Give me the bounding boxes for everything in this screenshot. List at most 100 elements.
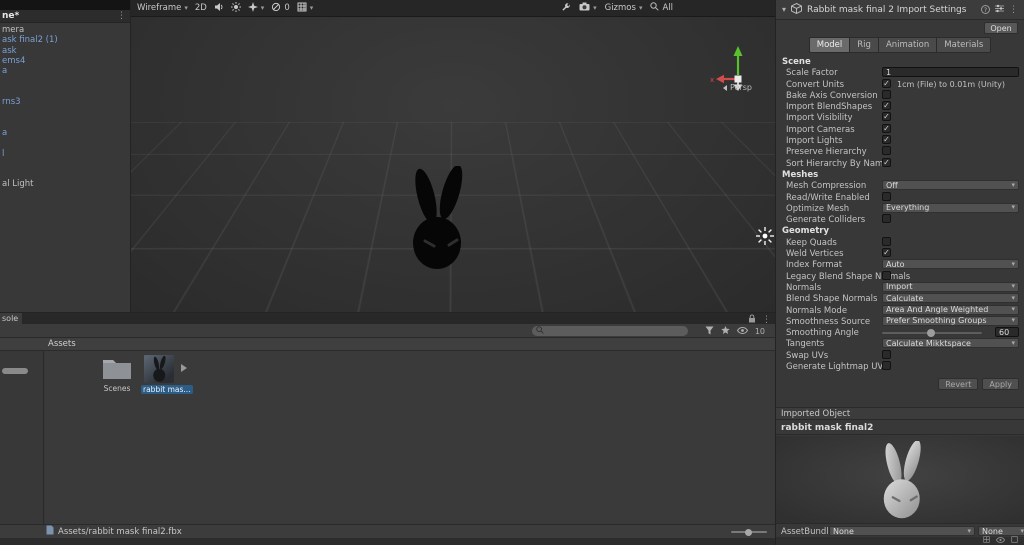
checkbox[interactable]: ✓ [882,158,891,167]
model-cube-icon [791,3,802,17]
checkbox[interactable]: ✓ [882,248,891,257]
asset-folder-scenes[interactable]: Scenes [99,356,135,393]
hierarchy-scene-row[interactable]: ne* ⋮ [0,10,130,23]
panel-eye-icon[interactable] [996,536,1005,545]
kebab-menu-icon[interactable]: ⋮ [1009,5,1018,15]
tab-console[interactable]: sole [0,313,22,324]
dropdown[interactable]: Calculate Mikktspace ▾ [882,338,1019,348]
search-by-type-icon[interactable] [705,326,714,337]
tab-animation[interactable]: Animation [879,37,937,53]
dropdown[interactable]: Prefer Smoothing Groups ▾ [882,316,1019,326]
light-gizmo-icon[interactable] [756,227,774,245]
checkbox[interactable]: ✓ [882,112,891,121]
tools-icon[interactable] [561,2,571,15]
checkbox[interactable] [882,214,891,223]
slider-handle[interactable] [745,529,752,536]
checkbox[interactable] [882,192,891,201]
hierarchy-tab-bar [0,0,130,10]
hierarchy-item[interactable]: l [0,149,130,159]
inspector-row: Convert Units ✓ 1cm (File) to 0.01m (Unity… [776,79,1024,90]
text-field[interactable]: 1 [882,67,1019,77]
checkbox[interactable] [882,90,891,99]
slider[interactable] [882,332,982,334]
hierarchy-item[interactable]: ask [0,46,130,56]
folder-scrollbar[interactable] [2,368,28,374]
hierarchy-item[interactable]: ask final2 (1) [0,35,130,45]
checkbox[interactable]: ✓ [882,124,891,133]
setting-label: Preserve Hierarchy [786,147,867,157]
assets-breadcrumb: Assets [0,338,775,351]
checkbox[interactable]: ✓ [882,101,891,110]
assetbundle-dropdown[interactable]: None ▾ [829,526,975,536]
dropdown[interactable]: Everything ▾ [882,203,1019,213]
checkbox[interactable] [882,361,891,370]
slider-value-field[interactable]: 60 [995,327,1019,337]
setting-label: Weld Vertices [786,249,844,259]
scene-viewport[interactable]: x Persp [131,17,775,312]
setting-label: Keep Quads [786,238,837,248]
panel-box-icon[interactable] [1011,536,1018,545]
checkbox[interactable] [882,350,891,359]
slider-handle[interactable] [927,329,935,337]
assetbundle-variant-dropdown[interactable]: None ▾ [978,526,1024,536]
kebab-menu-icon[interactable]: ⋮ [117,10,126,23]
tab-materials[interactable]: Materials [937,37,991,53]
circle-slash-icon [271,2,281,15]
foldout-icon[interactable]: ▾ [782,5,786,14]
inspector-header: ▾ Rabbit mask final 2 Import Settings ? … [776,0,1024,20]
help-icon[interactable]: ? [981,5,990,14]
audio-toggle-icon[interactable] [214,2,224,15]
hidden-objects-toggle[interactable]: 0 [271,2,289,15]
hierarchy-item[interactable]: al Light [0,179,130,189]
gizmos-dropdown[interactable]: Gizmos ▾ [605,3,643,13]
model-preview-area[interactable] [776,436,1024,523]
presets-icon[interactable] [995,4,1004,16]
checkbox[interactable] [882,271,891,280]
panel-grid-icon[interactable] [983,536,990,545]
setting-label: Smoothing Angle [786,328,859,338]
camera-dropdown[interactable]: ▾ [579,2,597,14]
dropdown[interactable]: Area And Angle Weighted ▾ [882,305,1019,315]
tab-model[interactable]: Model [809,37,851,53]
shading-mode-dropdown[interactable]: Wireframe ▾ [137,3,188,13]
hierarchy-item[interactable]: mera [0,25,130,35]
open-button[interactable]: Open [984,22,1018,34]
hierarchy-item[interactable]: rns3 [0,97,130,107]
checkbox[interactable]: ✓ [882,135,891,144]
effects-dropdown[interactable]: ▾ [248,2,265,15]
project-folder-column[interactable] [0,351,44,524]
dropdown[interactable]: Auto ▾ [882,259,1019,269]
dropdown-value: Calculate Mikktspace [886,339,971,348]
dropdown[interactable]: Import ▾ [882,282,1019,292]
camera-icon [579,2,590,14]
thumbnail-size-slider[interactable] [731,531,767,533]
tab-rig[interactable]: Rig [850,37,879,53]
inspector-row: Import BlendShapes ✓ [776,101,1024,112]
preview-title[interactable]: rabbit mask final2 [776,421,1024,435]
project-search-input[interactable] [532,326,688,336]
assets-grid[interactable]: Scenes rabbit mas... [45,351,775,524]
checkbox[interactable] [882,146,891,155]
checkbox[interactable]: ✓ [882,79,891,88]
hidden-packages-eye-icon[interactable] [737,327,748,336]
asset-expander-icon[interactable] [181,364,187,375]
apply-button[interactable]: Apply [982,378,1019,390]
scene-search-field[interactable]: All [650,2,673,14]
checkbox[interactable] [882,237,891,246]
dropdown[interactable]: Calculate ▾ [882,293,1019,303]
inspector-row: Keep Quads [776,237,1024,248]
inspector-row: Weld Vertices ✓ [776,248,1024,259]
lighting-toggle-icon[interactable] [231,2,241,15]
hierarchy-item[interactable]: a [0,66,130,76]
import-settings-tabs: Model Rig Animation Materials [776,37,1024,53]
hierarchy-item[interactable]: a [0,128,130,138]
revert-button[interactable]: Revert [938,378,978,390]
grid-visibility-dropdown[interactable]: ▾ [297,2,314,15]
2d-toggle[interactable]: 2D [195,3,207,13]
hierarchy-item[interactable]: ems4 [0,56,130,66]
projection-mode-label[interactable]: Persp [723,83,752,92]
asset-model-rabbit[interactable]: rabbit mas... [141,355,177,395]
saved-search-star-icon[interactable] [721,326,730,337]
dropdown[interactable]: Off ▾ [882,180,1019,190]
rabbit-mask-object[interactable] [395,166,477,270]
